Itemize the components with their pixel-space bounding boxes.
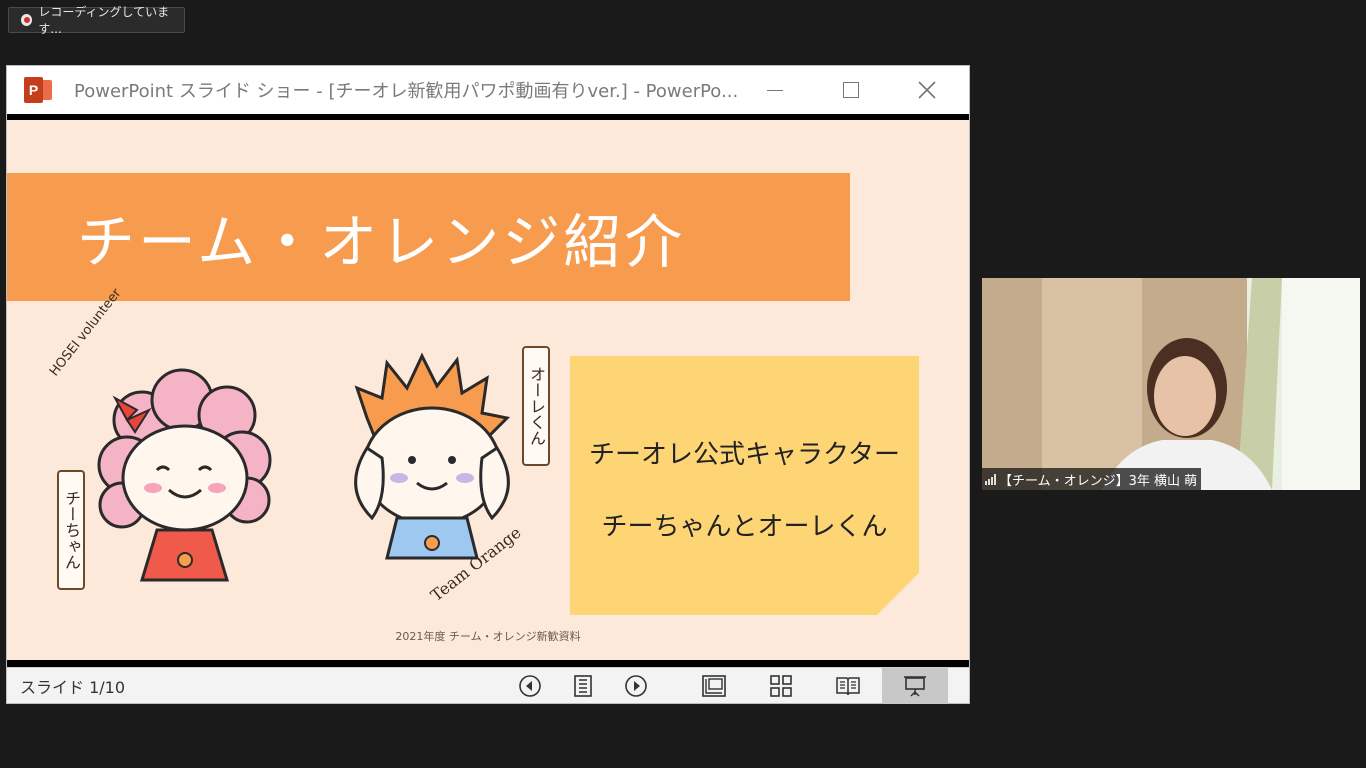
minimize-icon <box>767 89 783 91</box>
slide-sorter-icon <box>770 675 792 697</box>
slideshow-status-bar: スライド 1/10 <box>7 667 969 704</box>
next-icon <box>625 675 647 697</box>
sticky-note: チーオレ公式キャラクター チーちゃんとオーレくん <box>570 356 919 615</box>
participant-name: 【チーム・オレンジ】3年 横山 萌 <box>999 473 1198 489</box>
note-line-1: チーオレ公式キャラクター <box>589 440 900 470</box>
recording-indicator[interactable]: レコーディングしています... <box>8 5 185 36</box>
previous-slide-button[interactable] <box>512 668 548 704</box>
next-slide-button[interactable] <box>618 668 654 704</box>
normal-view-button[interactable] <box>696 668 732 704</box>
slide-title: チーム・オレンジ紹介 <box>77 208 686 276</box>
slide-title-banner: チーム・オレンジ紹介 <box>7 173 850 301</box>
powerpoint-slideshow-window: P PowerPoint スライド ショー - [チーオレ新歓用パワポ動画有りv… <box>6 65 970 704</box>
participant-video-frame <box>982 278 1360 490</box>
slide-sorter-button[interactable] <box>763 668 799 704</box>
slide-menu-button[interactable] <box>565 668 601 704</box>
window-title: PowerPoint スライド ショー - [チーオレ新歓用パワポ動画有りver… <box>74 81 739 102</box>
previous-icon <box>519 675 541 697</box>
record-icon <box>21 14 33 26</box>
participant-video[interactable]: 【チーム・オレンジ】3年 横山 萌 <box>982 278 1360 490</box>
chi-chan-name-tag: チーちゃん <box>57 470 85 590</box>
note-fold-corner <box>877 573 919 615</box>
ore-kun-name-tag: オーレくん <box>522 346 550 466</box>
signal-strength-icon <box>985 473 996 485</box>
powerpoint-logo-icon: P <box>24 77 52 103</box>
chi-chan-character-illustration <box>97 368 272 582</box>
slide-counter: スライド 1/10 <box>20 677 126 697</box>
slide-footer: 2021年度 チーム・オレンジ新歓資料 <box>395 630 581 643</box>
recording-label: レコーディングしています... <box>38 5 170 36</box>
slideshow-view-button[interactable] <box>882 668 948 704</box>
maximize-button[interactable] <box>815 66 887 114</box>
note-line-2: チーちゃんとオーレくん <box>601 512 888 542</box>
participant-name-label: 【チーム・オレンジ】3年 横山 萌 <box>982 468 1202 490</box>
slide-frame: チーム・オレンジ紹介 HOSEI volunteer Team Orange チ… <box>7 114 969 667</box>
window-titlebar[interactable]: P PowerPoint スライド ショー - [チーオレ新歓用パワポ動画有りv… <box>7 66 969 114</box>
slide[interactable]: チーム・オレンジ紹介 HOSEI volunteer Team Orange チ… <box>7 120 969 660</box>
slide-list-icon <box>574 675 592 697</box>
close-button[interactable] <box>891 66 963 114</box>
slideshow-icon <box>904 676 926 697</box>
reading-view-button[interactable] <box>830 668 866 704</box>
close-icon <box>918 81 936 99</box>
minimize-button[interactable] <box>739 66 811 114</box>
reading-view-icon <box>836 677 860 696</box>
maximize-icon <box>843 82 859 98</box>
normal-view-icon <box>702 675 726 697</box>
